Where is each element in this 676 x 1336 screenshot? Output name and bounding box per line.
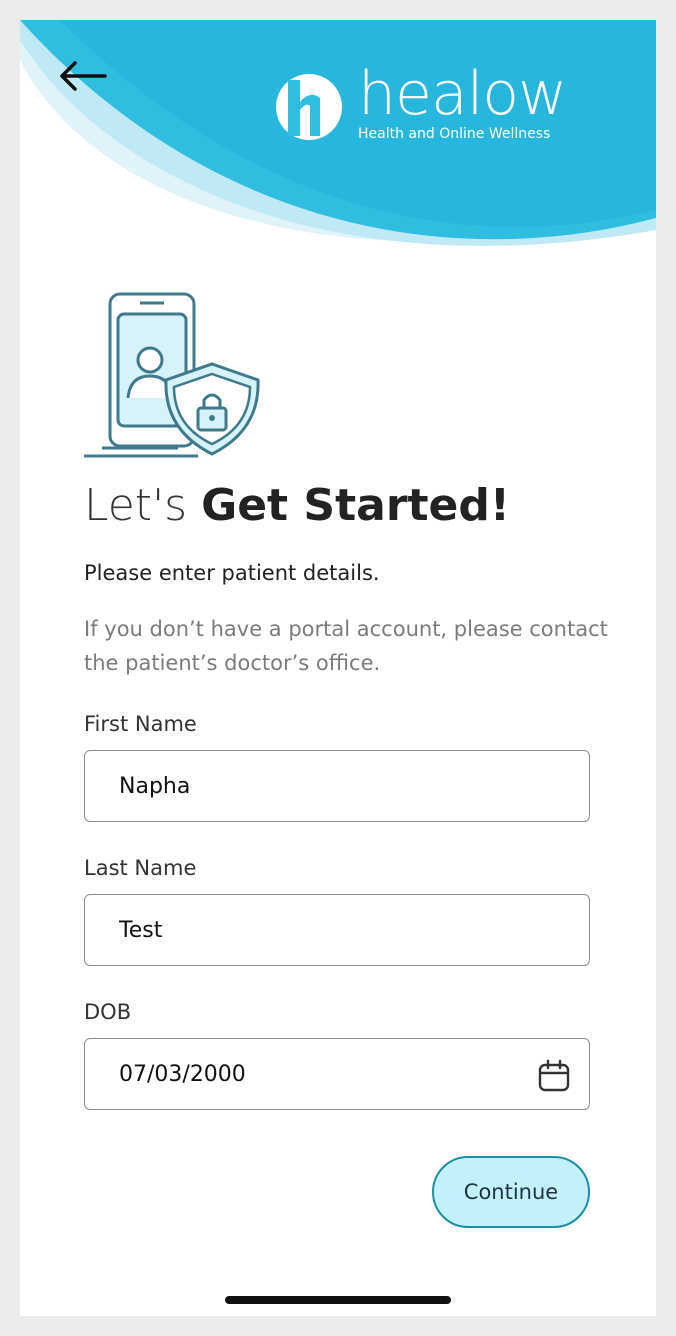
logo-tagline: Health and Online Wellness — [358, 126, 551, 142]
last-name-field[interactable] — [84, 894, 590, 966]
arrow-left-icon — [60, 61, 107, 91]
first-name-label: First Name — [84, 712, 197, 736]
home-indicator — [225, 1296, 451, 1304]
healow-logo-mark — [276, 74, 342, 140]
last-name-input[interactable] — [119, 895, 519, 965]
page-title: Let's Get Started! — [84, 480, 510, 531]
dob-field[interactable] — [84, 1038, 590, 1110]
title-bold: Get Started! — [201, 480, 510, 531]
continue-button[interactable]: Continue — [432, 1156, 590, 1228]
phone-shield-lock-icon — [84, 292, 260, 458]
title-light: Let's — [84, 480, 188, 531]
first-name-input[interactable] — [119, 751, 519, 821]
dob-label: DOB — [84, 1000, 132, 1024]
back-button[interactable] — [50, 48, 114, 104]
healow-logo: healow Health and Online Wellness — [274, 64, 574, 152]
last-name-label: Last Name — [84, 856, 197, 880]
first-name-field[interactable] — [84, 750, 590, 822]
screen: healow Health and Online Wellness Let's … — [20, 20, 656, 1316]
logo-wordmark: healow — [358, 59, 567, 129]
subtitle: Please enter patient details. — [84, 561, 380, 585]
calendar-icon[interactable] — [537, 1059, 571, 1093]
portal-note: If you don’t have a portal account, plea… — [84, 617, 608, 675]
dob-input[interactable] — [119, 1039, 519, 1109]
